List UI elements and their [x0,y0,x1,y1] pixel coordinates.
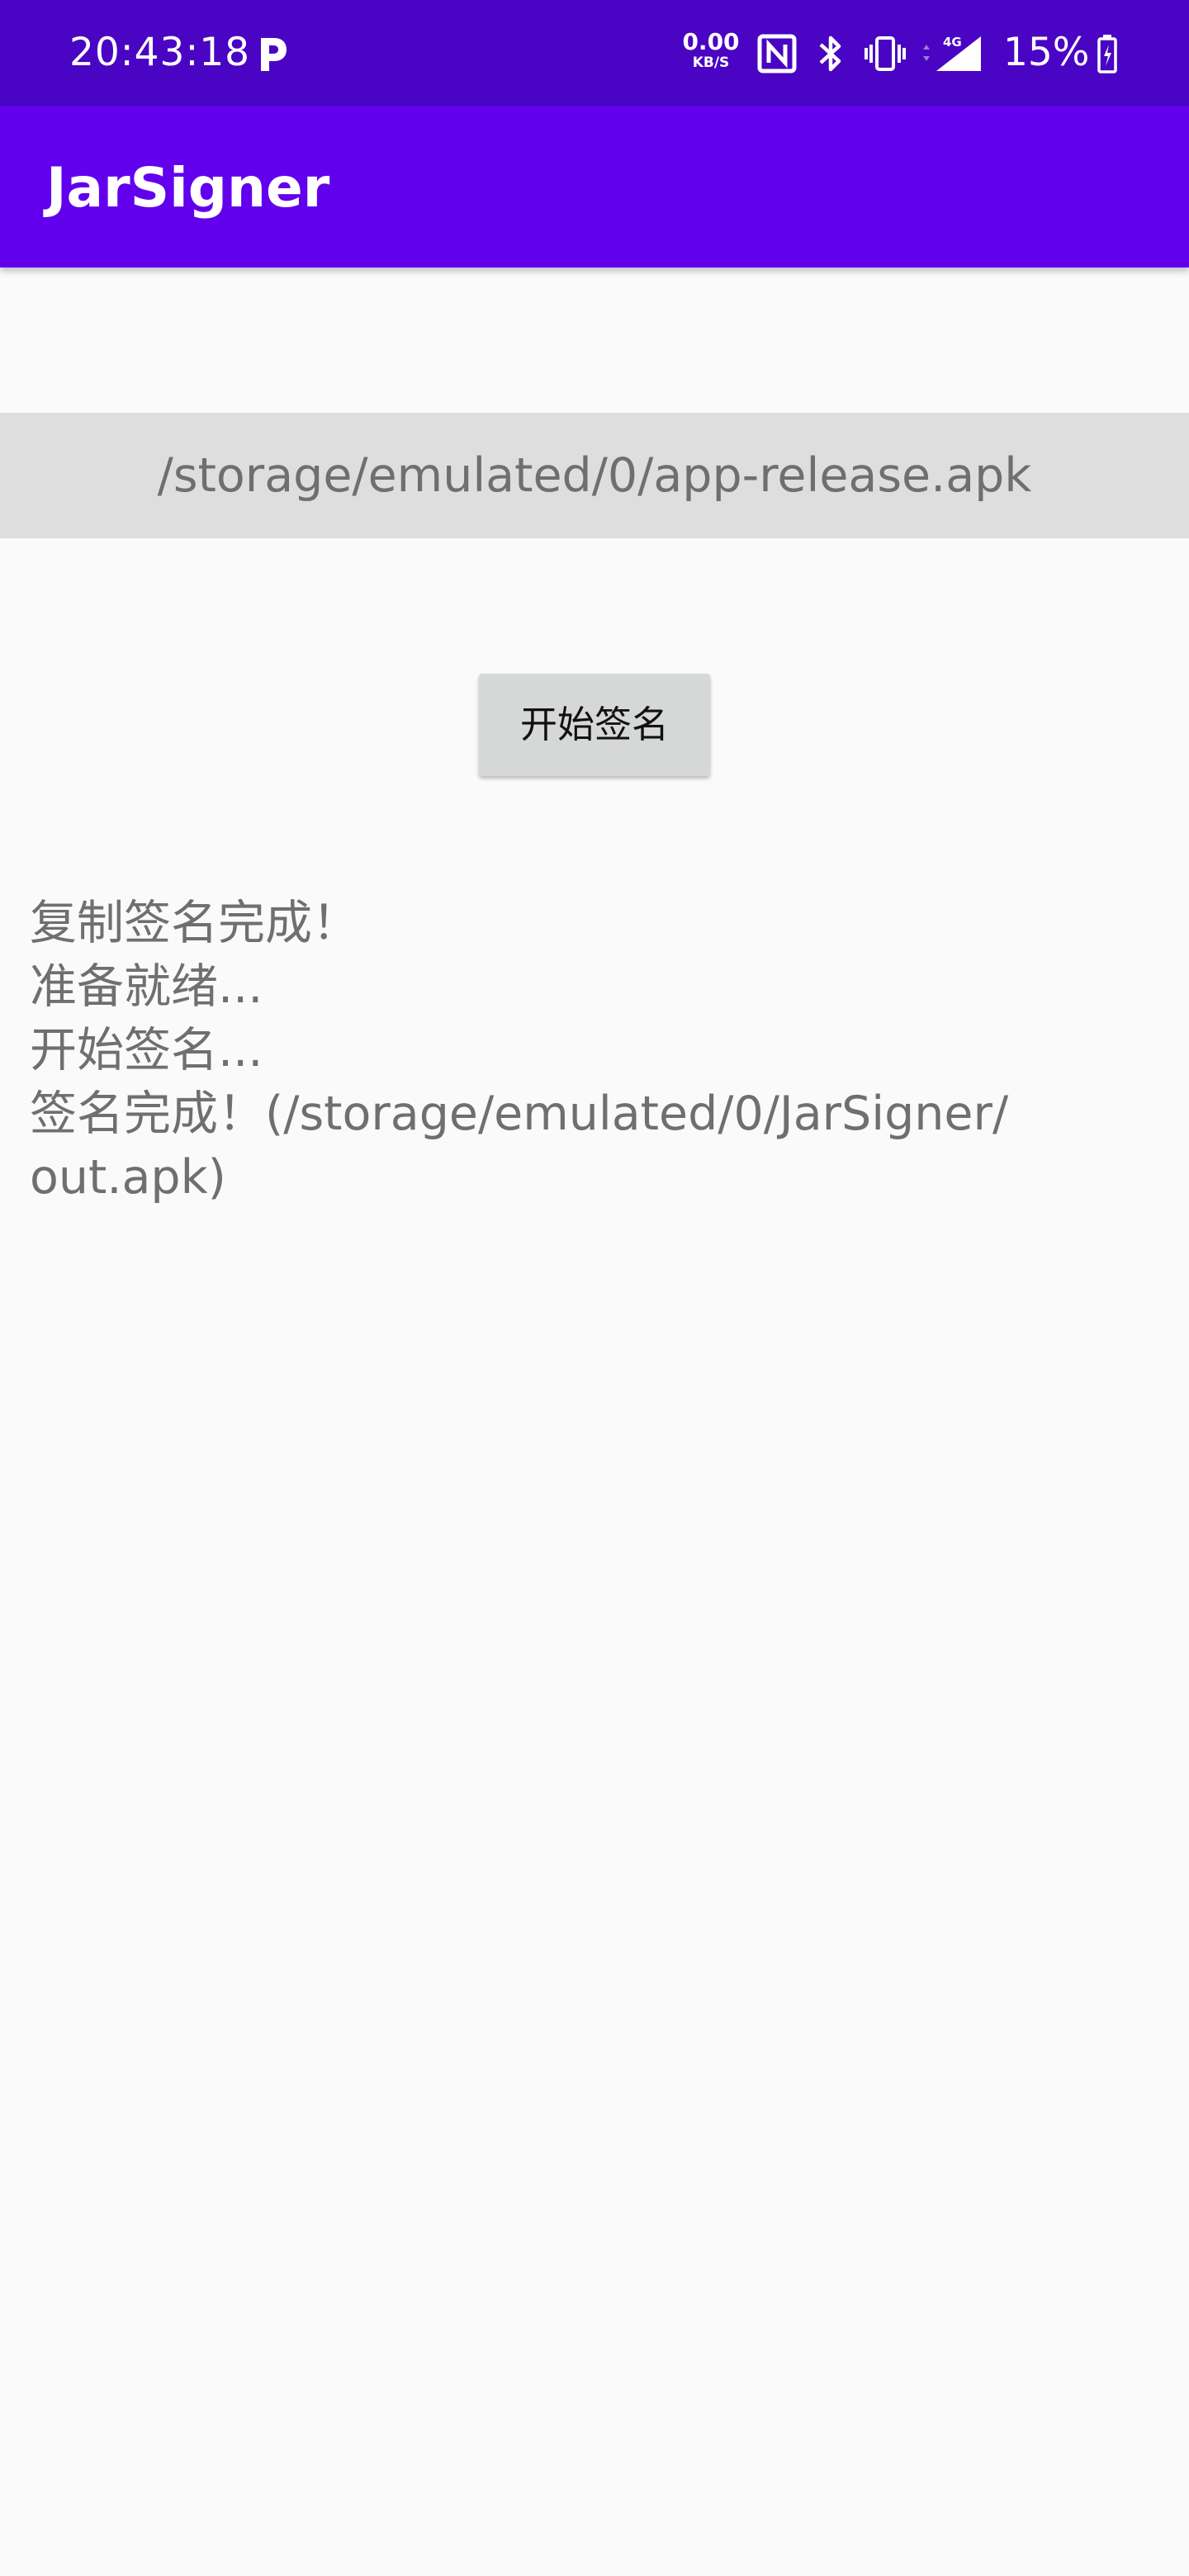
log-line: out.apk) [30,1150,226,1205]
log-line: 复制签名完成！ [30,896,359,950]
signal-icon: 4G [923,35,981,71]
log-line: 准备就绪... [30,959,263,1014]
log-output: 复制签名完成！ 准备就绪... 开始签名... 签名完成！(/storage/e… [30,892,1153,1210]
vibrate-icon [865,36,906,71]
nfc-icon [757,34,797,73]
status-time: 20:43:18 [69,30,251,75]
bluetooth-icon [819,36,841,72]
apk-path-field[interactable]: /storage/emulated/0/app-release.apk [0,413,1189,538]
status-bar: 20:43:18 0.00 KB/S 4G 15% [0,0,1189,106]
battery-percent: 15% [1003,30,1090,75]
net-speed-unit: KB/S [692,54,730,71]
battery-icon [1097,35,1117,73]
app-title: JarSigner [46,156,330,220]
net-speed-value: 0.00 [682,28,740,55]
network-type-label: 4G [943,35,962,50]
app-bar: JarSigner [0,106,1189,268]
log-line: 签名完成！(/storage/emulated/0/JarSigner/ [30,1087,1009,1141]
net-speed-indicator: 0.00 KB/S [682,28,740,72]
start-sign-button[interactable]: 开始签名 [479,674,710,776]
log-line: 开始签名... [30,1023,263,1077]
parking-app-icon [261,38,287,71]
